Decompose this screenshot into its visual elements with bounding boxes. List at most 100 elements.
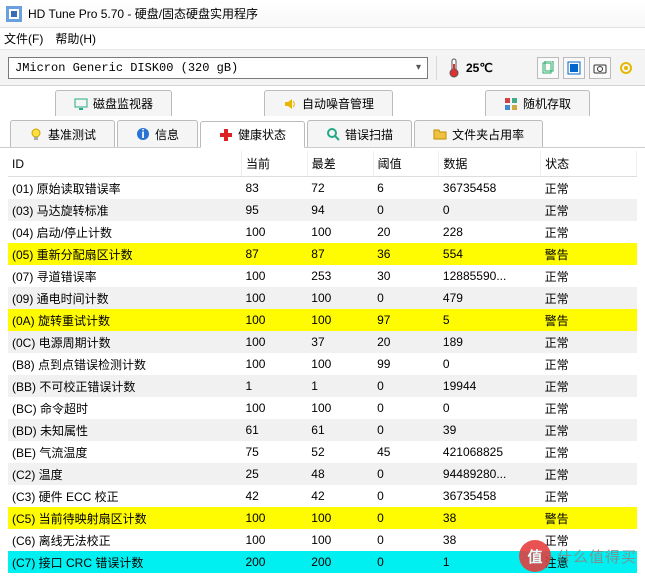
table-row[interactable]: (C7) 接口 CRC 错误计数20020001注意 [8, 551, 637, 573]
table-row[interactable]: (0C) 电源周期计数1003720189正常 [8, 331, 637, 353]
cell-current: 95 [241, 199, 307, 221]
camera-button[interactable] [589, 57, 611, 79]
cell-data: 38 [439, 507, 541, 529]
cell-status: 警告 [541, 243, 637, 265]
tab-信息[interactable]: i信息 [117, 120, 198, 147]
col-id[interactable]: ID [8, 151, 241, 177]
tab-磁盘监视器[interactable]: 磁盘监视器 [55, 90, 172, 116]
table-row[interactable]: (C6) 离线无法校正100100038正常 [8, 529, 637, 551]
cell-threshold: 0 [373, 375, 439, 397]
table-row[interactable]: (07) 寻道错误率1002533012885590...正常 [8, 265, 637, 287]
table-row[interactable]: (04) 启动/停止计数10010020228正常 [8, 221, 637, 243]
cell-data: 38 [439, 529, 541, 551]
tab-随机存取[interactable]: 随机存取 [485, 90, 590, 116]
table-row[interactable]: (05) 重新分配扇区计数878736554警告 [8, 243, 637, 265]
cell-id: (BE) 气流温度 [8, 441, 241, 463]
cell-id: (0A) 旋转重试计数 [8, 309, 241, 331]
cell-status: 警告 [541, 309, 637, 331]
cell-status: 注意 [541, 551, 637, 573]
cell-data: 0 [439, 199, 541, 221]
settings-button[interactable] [615, 57, 637, 79]
chevron-down-icon: ▾ [416, 62, 421, 73]
cell-id: (07) 寻道错误率 [8, 265, 241, 287]
cell-id: (C3) 硬件 ECC 校正 [8, 485, 241, 507]
table-row[interactable]: (09) 通电时间计数1001000479正常 [8, 287, 637, 309]
cell-status: 正常 [541, 331, 637, 353]
cell-current: 87 [241, 243, 307, 265]
drive-select[interactable]: JMicron Generic DISK00 (320 gB) ▾ [8, 57, 428, 79]
search-icon [326, 127, 340, 141]
cell-data: 479 [439, 287, 541, 309]
cell-worst: 87 [307, 243, 373, 265]
cell-worst: 100 [307, 397, 373, 419]
health-table-wrap: ID 当前 最差 阈值 数据 状态 (01) 原始读取错误率8372636735… [0, 148, 645, 576]
menubar: 文件(F) 帮助(H) [0, 28, 645, 50]
cell-status: 警告 [541, 507, 637, 529]
col-current[interactable]: 当前 [241, 151, 307, 177]
cell-id: (09) 通电时间计数 [8, 287, 241, 309]
cell-worst: 72 [307, 177, 373, 200]
tab-文件夹占用率[interactable]: 文件夹占用率 [414, 120, 543, 147]
table-row[interactable]: (B8) 点到点错误检测计数100100990正常 [8, 353, 637, 375]
svg-text:i: i [141, 127, 144, 141]
cell-worst: 253 [307, 265, 373, 287]
cell-current: 75 [241, 441, 307, 463]
tab-自动噪音管理[interactable]: 自动噪音管理 [264, 90, 393, 116]
cell-id: (BD) 未知属性 [8, 419, 241, 441]
cell-data: 5 [439, 309, 541, 331]
random-icon [504, 97, 518, 111]
table-row[interactable]: (C3) 硬件 ECC 校正4242036735458正常 [8, 485, 637, 507]
col-status[interactable]: 状态 [541, 151, 637, 177]
cell-status: 正常 [541, 353, 637, 375]
cell-worst: 94 [307, 199, 373, 221]
table-row[interactable]: (C5) 当前待映射扇区计数100100038警告 [8, 507, 637, 529]
screenshot-button[interactable] [563, 57, 585, 79]
cell-current: 100 [241, 221, 307, 243]
cell-threshold: 6 [373, 177, 439, 200]
cell-worst: 1 [307, 375, 373, 397]
col-worst[interactable]: 最差 [307, 151, 373, 177]
col-data[interactable]: 数据 [439, 151, 541, 177]
cell-id: (05) 重新分配扇区计数 [8, 243, 241, 265]
cell-threshold: 0 [373, 419, 439, 441]
tab-label: 基准测试 [48, 126, 96, 143]
cell-data: 1 [439, 551, 541, 573]
speaker-icon [283, 97, 297, 111]
table-row[interactable]: (01) 原始读取错误率8372636735458正常 [8, 177, 637, 200]
cell-status: 正常 [541, 441, 637, 463]
table-row[interactable]: (03) 马达旋转标准959400正常 [8, 199, 637, 221]
cell-threshold: 0 [373, 397, 439, 419]
cell-threshold: 20 [373, 221, 439, 243]
table-row[interactable]: (0A) 旋转重试计数100100975警告 [8, 309, 637, 331]
tab-基准测试[interactable]: 基准测试 [10, 120, 115, 147]
tab-错误扫描[interactable]: 错误扫描 [307, 120, 412, 147]
cell-data: 0 [439, 353, 541, 375]
tab-健康状态[interactable]: 健康状态 [200, 121, 305, 148]
cell-status: 正常 [541, 485, 637, 507]
cell-id: (03) 马达旋转标准 [8, 199, 241, 221]
cell-current: 100 [241, 529, 307, 551]
table-row[interactable]: (C2) 温度2548094489280...正常 [8, 463, 637, 485]
cell-current: 100 [241, 287, 307, 309]
cell-status: 正常 [541, 265, 637, 287]
cell-data: 421068825 [439, 441, 541, 463]
cell-id: (C6) 离线无法校正 [8, 529, 241, 551]
menu-file[interactable]: 文件(F) [4, 30, 43, 47]
cell-current: 100 [241, 331, 307, 353]
col-threshold[interactable]: 阈值 [373, 151, 439, 177]
cell-id: (04) 启动/停止计数 [8, 221, 241, 243]
menu-help[interactable]: 帮助(H) [55, 30, 96, 47]
drive-select-value: JMicron Generic DISK00 (320 gB) [15, 61, 238, 75]
table-row[interactable]: (BE) 气流温度755245421068825正常 [8, 441, 637, 463]
cell-data: 228 [439, 221, 541, 243]
copy-button[interactable] [537, 57, 559, 79]
table-row[interactable]: (BC) 命令超时10010000正常 [8, 397, 637, 419]
cell-id: (BC) 命令超时 [8, 397, 241, 419]
table-row[interactable]: (BB) 不可校正错误计数11019944正常 [8, 375, 637, 397]
table-row[interactable]: (BD) 未知属性6161039正常 [8, 419, 637, 441]
cell-threshold: 36 [373, 243, 439, 265]
cell-threshold: 20 [373, 331, 439, 353]
cell-threshold: 0 [373, 507, 439, 529]
cell-id: (BB) 不可校正错误计数 [8, 375, 241, 397]
titlebar: HD Tune Pro 5.70 - 硬盘/固态硬盘实用程序 [0, 0, 645, 28]
